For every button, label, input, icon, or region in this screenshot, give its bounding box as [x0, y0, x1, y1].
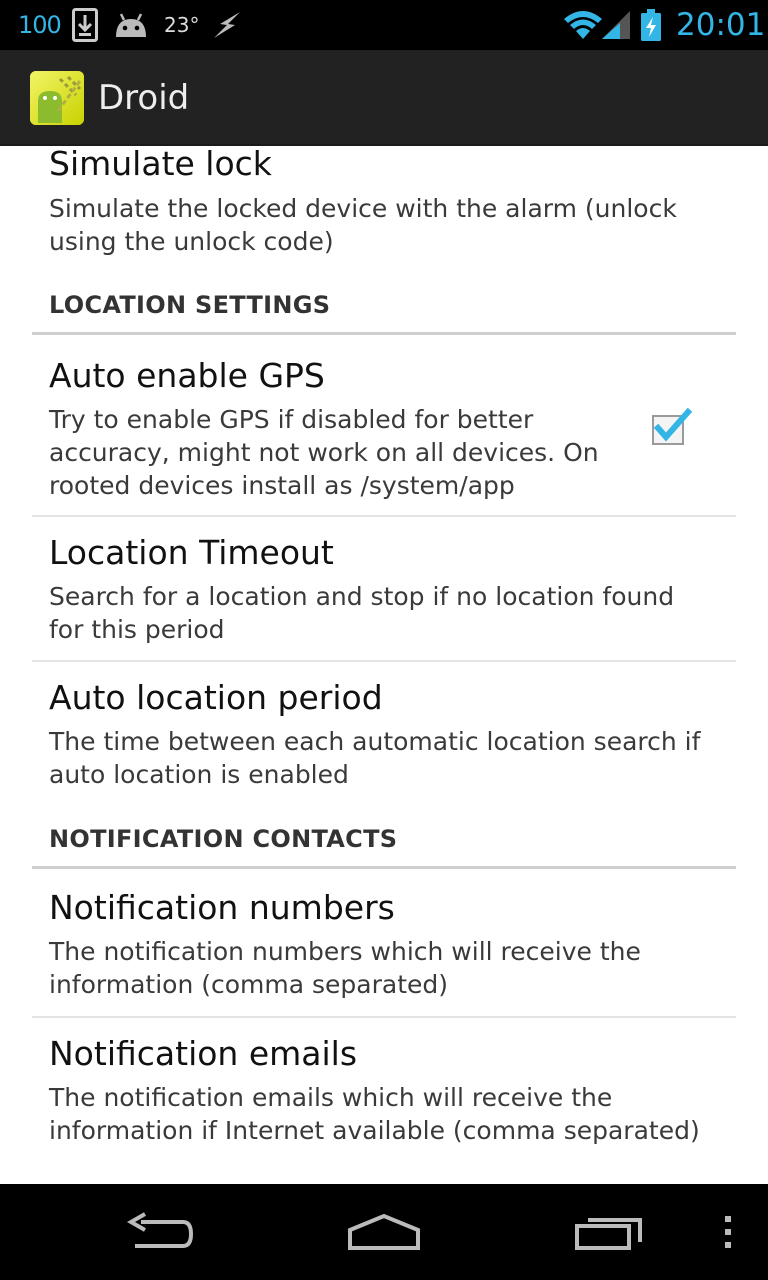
category-divider [32, 866, 736, 869]
battery-charging-icon [640, 0, 662, 50]
pref-auto-location-period[interactable]: Auto location period The time between ea… [32, 662, 736, 812]
category-divider [32, 332, 736, 335]
pref-title: Auto location period [49, 678, 383, 717]
recent-apps-icon[interactable] [560, 1184, 660, 1280]
clock-text: 20:01 [676, 7, 766, 43]
wifi-icon [562, 0, 604, 50]
auto-gps-checkbox[interactable] [650, 407, 693, 448]
category-location-settings: LOCATION SETTINGS [49, 291, 331, 319]
temperature-text: 23° [164, 13, 200, 37]
pref-summary: Try to enable GPS if disabled for better… [49, 405, 599, 500]
status-bar: 100 23° 20:01 [0, 0, 768, 50]
category-notification-contacts: NOTIFICATION CONTACTS [49, 825, 398, 853]
preferences-list[interactable]: Simulate lock Simulate the locked device… [0, 146, 768, 1184]
flash-icon [210, 0, 244, 50]
pref-title: Location Timeout [49, 533, 334, 572]
pref-summary: The notification emails which will recei… [49, 1083, 700, 1145]
pref-title: Notification numbers [49, 888, 395, 927]
app-title: Droid [98, 78, 190, 118]
action-bar: Droid [0, 50, 768, 146]
app-icon[interactable] [30, 71, 84, 125]
pref-summary: The notification numbers which will rece… [49, 937, 641, 999]
pref-title: Notification emails [49, 1034, 358, 1073]
overflow-menu-icon[interactable] [708, 1184, 748, 1280]
pref-auto-enable-gps[interactable]: Auto enable GPS Try to enable GPS if dis… [32, 336, 736, 514]
pref-simulate-lock[interactable]: Simulate lock Simulate the locked device… [32, 146, 736, 271]
pref-title: Simulate lock [49, 146, 272, 183]
pref-summary: Search for a location and stop if no loc… [49, 582, 675, 644]
pref-title: Auto enable GPS [49, 356, 325, 395]
pref-summary: The time between each automatic location… [49, 727, 701, 789]
navigation-bar [0, 1184, 768, 1280]
download-icon [72, 0, 98, 50]
home-icon[interactable] [334, 1184, 434, 1280]
pref-summary: Simulate the locked device with the alar… [49, 194, 677, 256]
signal-icon [602, 0, 630, 50]
android-icon [112, 0, 150, 50]
back-icon[interactable] [110, 1184, 210, 1280]
pref-notification-emails[interactable]: Notification emails The notification ema… [32, 1018, 736, 1178]
pref-location-timeout[interactable]: Location Timeout Search for a location a… [32, 517, 736, 660]
pref-notification-numbers[interactable]: Notification numbers The notification nu… [32, 870, 736, 1015]
battery-percent-text: 100 [18, 11, 62, 39]
